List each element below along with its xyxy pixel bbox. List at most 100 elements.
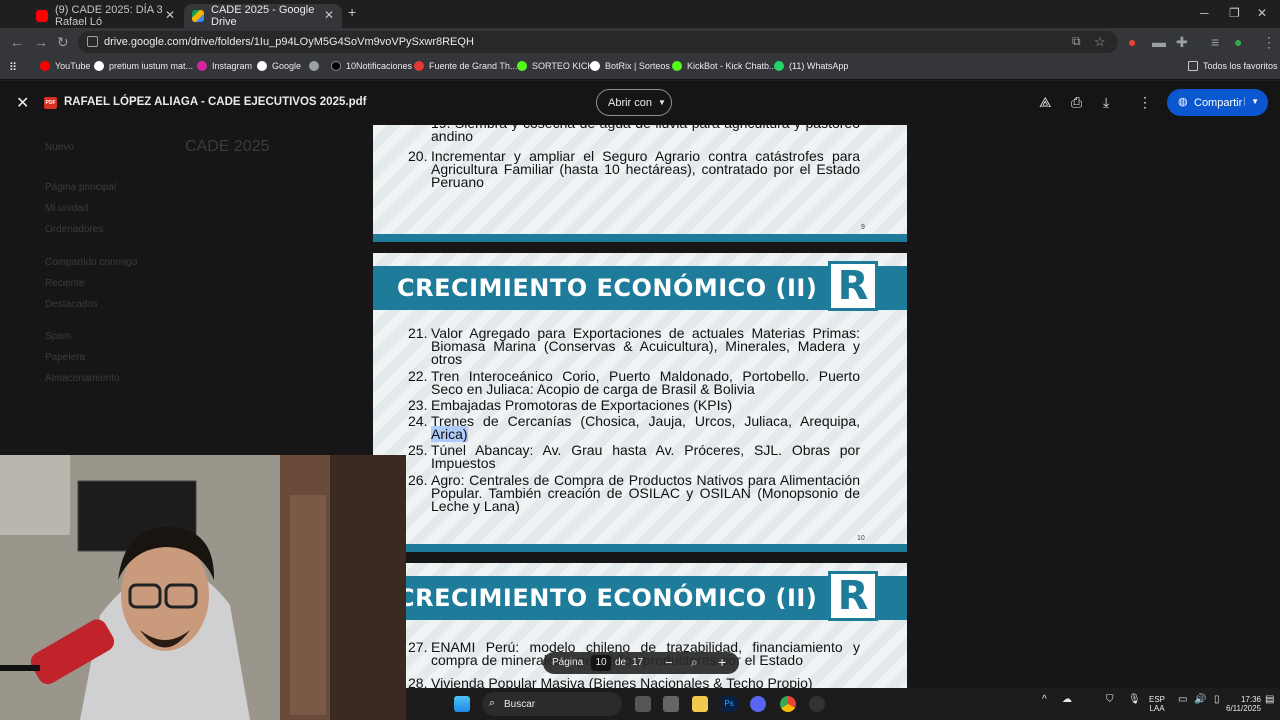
kickbot-icon <box>672 61 682 71</box>
download-icon[interactable]: ⤓ <box>1103 94 1109 111</box>
bookmark-10notificaciones[interactable]: 10Notificaciones <box>331 61 412 71</box>
list-item: 23. Embajadas Promotoras de Exportaciones… <box>408 397 733 413</box>
bookmark-kickbot[interactable]: KickBot - Kick Chatb... <box>672 61 777 71</box>
globe-icon <box>309 61 319 71</box>
restore-icon[interactable]: ❐ <box>1229 6 1240 20</box>
page-number: 9 <box>861 224 865 231</box>
extension-icon[interactable]: ▬ <box>1152 34 1166 50</box>
list-item: 19. Siembra y cosecha de agua de lluvia … <box>431 125 860 144</box>
close-window-icon[interactable]: ✕ <box>1257 6 1267 20</box>
tab-google-drive[interactable]: CADE 2025 - Google Drive ✕ <box>184 4 342 28</box>
tab-youtube[interactable]: (9) CADE 2025: DÍA 3 Rafael Ló ✕ <box>28 4 183 28</box>
zoom-out-icon[interactable]: − <box>665 655 673 670</box>
forward-icon[interactable]: → <box>34 34 48 50</box>
site-settings-icon[interactable] <box>87 36 98 47</box>
menu-kebab-icon[interactable]: ⋮ <box>1262 34 1276 51</box>
sidebar-item-storage[interactable]: Almacenamiento <box>45 373 119 384</box>
sidebar-item-recent[interactable]: Reciente <box>45 278 84 289</box>
sidebar-item-starred[interactable]: Destacados <box>45 299 98 310</box>
list-item: 25. Túnel Abancay: Av. Grau hasta Av. Pró… <box>408 442 860 471</box>
language-indicator[interactable]: ESP LAA <box>1149 695 1165 713</box>
youtube-icon <box>40 61 50 71</box>
file-title: RAFAEL LÓPEZ ALIAGA - CADE EJECUTIVOS 20… <box>64 96 367 108</box>
slide-banner: CRECIMIENTO ECONÓMICO (II) <box>373 576 907 620</box>
webcam-person-image <box>0 455 406 720</box>
add-shortcut-icon[interactable]: ⟁ <box>1039 94 1052 111</box>
windows-start-icon[interactable] <box>454 696 470 712</box>
zoom-icon[interactable]: ⌕ <box>691 655 698 670</box>
list-item: 22. Tren Interoceánico Corio, Puerto Mald… <box>408 368 860 397</box>
whatsapp-icon <box>774 61 784 71</box>
slide-banner: CRECIMIENTO ECONÓMICO (II) <box>373 266 907 310</box>
page-footer-bar <box>373 234 907 242</box>
task-view-icon[interactable] <box>635 696 651 712</box>
minimize-icon[interactable]: ─ <box>1200 6 1209 20</box>
battery-icon[interactable]: ▯ <box>1214 695 1220 705</box>
bookmark-botrix[interactable]: BotRix | Sorteos <box>590 61 670 71</box>
clock[interactable]: 17:36 6/11/2025 <box>1226 695 1261 713</box>
more-options-icon[interactable]: ⋮ <box>1138 94 1152 111</box>
new-tab-button[interactable]: + <box>348 4 356 20</box>
zoom-in-icon[interactable]: + <box>718 654 726 670</box>
instagram-icon <box>197 61 207 71</box>
text-selection-highlight[interactable]: Arica) <box>431 426 468 442</box>
bookmark-youtube[interactable]: YouTube <box>40 61 90 71</box>
app-icon[interactable] <box>809 696 825 712</box>
print-icon[interactable]: ⎙ <box>1071 94 1082 111</box>
notifications-icon[interactable]: ▤ <box>1265 695 1274 705</box>
volume-icon[interactable]: 🔊 <box>1194 695 1206 705</box>
sidebar-item-computers[interactable]: Ordenadores <box>45 224 103 235</box>
profile-avatar[interactable]: ● <box>1234 34 1242 50</box>
chrome-icon[interactable] <box>780 696 796 712</box>
sidebar-item-home[interactable]: Página principal <box>45 182 116 193</box>
bookmark-globe[interactable] <box>309 61 324 71</box>
share-button[interactable]: ◍ Compartir ▼ <box>1167 89 1268 116</box>
extension-icon[interactable]: ● <box>1128 34 1136 50</box>
media-icon[interactable]: ≡ <box>1211 34 1219 50</box>
sidebar-item-spam[interactable]: Spam <box>45 331 71 342</box>
sidebar-item-trash[interactable]: Papelera <box>45 352 85 363</box>
bookmark-favicon-icon <box>414 61 424 71</box>
reload-icon[interactable]: ↻ <box>57 34 69 51</box>
sidebar-item-shared[interactable]: Compartido conmigo <box>45 257 137 268</box>
extensions-puzzle-icon[interactable]: ✚ <box>1176 34 1188 51</box>
list-item: 28. Vivienda Popular Masiva (Bienes Nacio… <box>408 675 813 688</box>
botrix-icon <box>590 61 600 71</box>
new-button[interactable]: Nuevo <box>45 142 74 153</box>
chevron-down-icon: ▼ <box>658 98 666 107</box>
close-tab-icon[interactable]: ✕ <box>165 8 175 22</box>
bookmark-instagram[interactable]: Instagram <box>197 61 252 71</box>
all-bookmarks[interactable]: Todos los favoritos <box>1188 61 1278 71</box>
discord-icon[interactable] <box>750 696 766 712</box>
bookmark-google[interactable]: Google <box>257 61 301 71</box>
sidebar-item-my-drive[interactable]: Mi unidad <box>45 203 88 214</box>
bookmark-fuente[interactable]: Fuente de Grand Th... <box>414 61 517 71</box>
bookmark-star-icon[interactable]: ☆ <box>1094 34 1106 50</box>
close-viewer-icon[interactable]: ✕ <box>16 93 29 113</box>
taskbar-search[interactable]: ⌕ Buscar <box>482 692 622 716</box>
windows-taskbar: ⌕ Buscar Ps ^ ☁ ⛉ 🎙 ESP LAA ▭ 🔊 ▯ 17:36 6/… <box>406 688 1280 720</box>
search-icon: ⌕ <box>489 697 496 709</box>
bookmark-whatsapp[interactable]: (11) WhatsApp <box>774 61 848 71</box>
cast-icon[interactable]: ⧉ <box>1072 34 1081 49</box>
tray-icon[interactable]: ⛉ <box>1106 695 1114 705</box>
tray-chevron-icon[interactable]: ^ <box>1042 695 1047 705</box>
globe-icon: ◍ <box>1178 96 1188 108</box>
tray-icon[interactable]: ☁ <box>1062 695 1072 705</box>
close-tab-icon[interactable]: ✕ <box>324 8 334 22</box>
url-input[interactable]: drive.google.com/drive/folders/1Iu_p94LO… <box>78 31 1118 53</box>
bookmark-sorteo-kick[interactable]: SORTEO KICK <box>517 61 593 71</box>
file-explorer-icon[interactable] <box>692 696 708 712</box>
app-icon[interactable] <box>663 696 679 712</box>
bookmark-pretium[interactable]: pretium iustum mat... <box>94 61 193 71</box>
chevron-down-icon[interactable]: ▼ <box>1244 97 1259 106</box>
list-item: 24. Trenes de Cercanías (Chosica, Jauja, … <box>408 413 860 442</box>
kick-icon <box>517 61 527 71</box>
photoshop-icon[interactable]: Ps <box>721 696 737 712</box>
open-with-button[interactable]: Abrir con ▼ <box>596 89 672 116</box>
page-number-input[interactable]: 10 <box>591 655 611 671</box>
network-icon[interactable]: ▭ <box>1178 695 1187 705</box>
back-icon[interactable]: ← <box>10 34 24 50</box>
microphone-icon[interactable]: 🎙 <box>1128 695 1141 705</box>
apps-grid-icon[interactable]: ⠿ <box>9 61 17 74</box>
